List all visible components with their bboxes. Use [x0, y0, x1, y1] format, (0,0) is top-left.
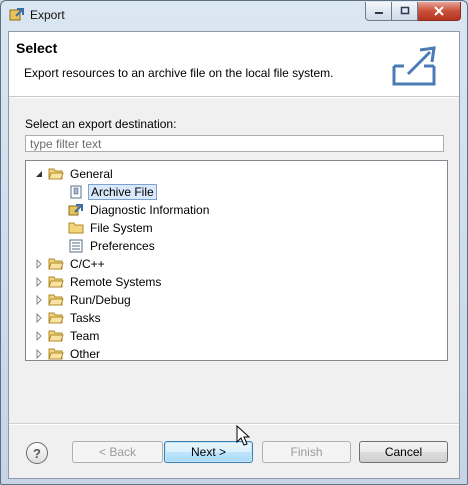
tree-item-label: Remote Systems — [70, 275, 162, 289]
minimize-button[interactable] — [365, 2, 392, 21]
folder-icon — [48, 348, 64, 360]
tree-item-label: Diagnostic Information — [90, 203, 210, 217]
tree-item-label: C/C++ — [70, 257, 105, 271]
expanded-arrow-icon[interactable] — [34, 169, 44, 179]
tree-item-file-system[interactable]: File System — [68, 219, 155, 237]
collapsed-arrow-icon[interactable] — [34, 313, 44, 323]
preferences-icon — [69, 239, 83, 253]
window-title: Export — [30, 8, 65, 22]
folder-icon — [48, 276, 64, 288]
title-bar[interactable]: Export — [1, 1, 467, 29]
maximize-button[interactable] — [392, 2, 418, 21]
collapsed-arrow-icon[interactable] — [34, 277, 44, 287]
export-destination-label: Select an export destination: — [25, 117, 177, 131]
back-button[interactable]: < Back — [72, 441, 163, 463]
finish-button[interactable]: Finish — [262, 441, 351, 463]
tree-item-label: Preferences — [90, 239, 155, 253]
diagnostic-icon — [68, 204, 83, 216]
page-title: Select — [16, 40, 58, 56]
minimize-icon — [374, 12, 383, 14]
tree-item-other[interactable]: Other — [34, 345, 102, 361]
tree-item-general[interactable]: General — [34, 165, 115, 183]
collapsed-arrow-icon[interactable] — [34, 331, 44, 341]
export-dialog: Export Select Export resources to an arc… — [0, 0, 468, 485]
tree-item-tasks[interactable]: Tasks — [34, 309, 103, 327]
folder-icon — [48, 258, 64, 270]
tree-item-preferences[interactable]: Preferences — [68, 237, 157, 255]
collapsed-arrow-icon[interactable] — [34, 349, 44, 359]
folder-icon — [48, 312, 64, 324]
tree-item-label: Archive File — [88, 184, 157, 200]
cancel-button[interactable]: Cancel — [359, 441, 448, 463]
filter-input[interactable] — [25, 135, 444, 152]
dialog-header: Select Export resources to an archive fi… — [9, 32, 459, 97]
close-icon — [434, 5, 444, 16]
page-description: Export resources to an archive file on t… — [24, 66, 334, 80]
tree-item-label: Tasks — [70, 311, 101, 325]
tree-item-remote-systems[interactable]: Remote Systems — [34, 273, 163, 291]
tree-item-run-debug[interactable]: Run/Debug — [34, 291, 133, 309]
collapsed-arrow-icon[interactable] — [34, 295, 44, 305]
tree-item-team[interactable]: Team — [34, 327, 101, 345]
export-wizard-icon — [392, 46, 436, 86]
mouse-cursor-icon — [236, 425, 250, 446]
folder-icon — [68, 222, 84, 234]
tree-item-diagnostic-information[interactable]: Diagnostic Information — [68, 201, 211, 219]
tree-item-archive-file[interactable]: Archive File — [68, 183, 157, 201]
header-separator — [9, 97, 459, 98]
tree-item-label: File System — [90, 221, 153, 235]
folder-icon — [48, 294, 64, 306]
folder-icon — [48, 330, 64, 342]
collapsed-arrow-icon[interactable] — [34, 259, 44, 269]
maximize-icon — [400, 6, 409, 15]
tree-item-label: Run/Debug — [70, 293, 131, 307]
dialog-body: Select Export resources to an archive fi… — [8, 31, 460, 479]
help-button[interactable]: ? — [26, 442, 48, 464]
archive-file-icon — [70, 185, 82, 199]
close-button[interactable] — [418, 2, 461, 21]
help-icon: ? — [33, 445, 41, 461]
button-bar-separator-highlight — [9, 424, 459, 425]
tree-item-cpp[interactable]: C/C++ — [34, 255, 107, 273]
folder-open-icon — [48, 168, 64, 180]
tree-item-label: Other — [70, 347, 101, 361]
tree-item-label: Team — [70, 329, 100, 343]
tree-item-label: General — [70, 167, 113, 181]
eclipse-app-icon — [9, 8, 24, 21]
destination-tree[interactable]: General Archive File Diagnostic Informat… — [25, 160, 448, 361]
